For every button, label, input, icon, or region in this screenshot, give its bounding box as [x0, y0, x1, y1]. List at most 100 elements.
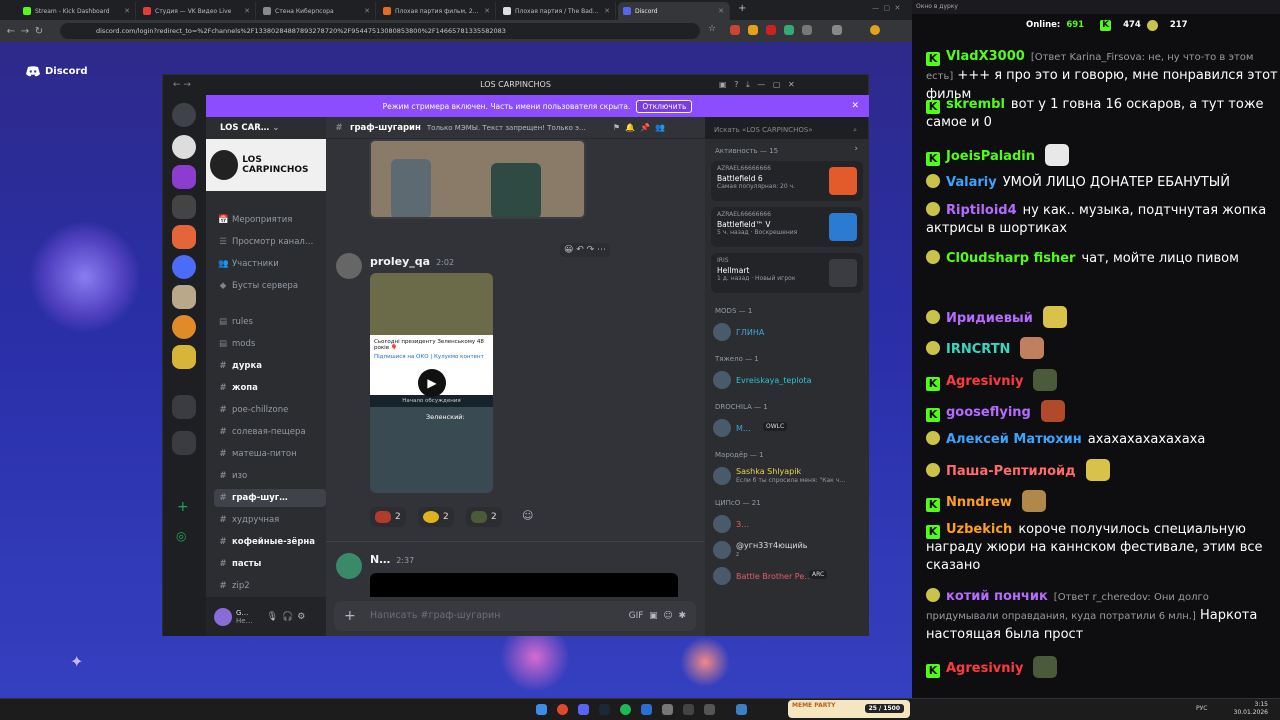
discord-logo[interactable]: Discord	[26, 66, 88, 77]
server-icon[interactable]	[172, 285, 196, 309]
avatar[interactable]	[336, 553, 362, 579]
video-attachment[interactable]: Сьогодні президенту Зеленському 48 років…	[370, 273, 493, 493]
chat-username[interactable]: Valariy	[946, 175, 997, 190]
headphones-icon[interactable]: 🎧	[282, 612, 293, 622]
chat-username[interactable]: IRNCRTN	[946, 342, 1010, 357]
close-icon[interactable]: ✕	[124, 7, 130, 15]
tab-discord[interactable]: Discord ✕	[618, 2, 730, 20]
reaction-chip[interactable]: 2	[418, 507, 454, 527]
close-icon[interactable]: ✕	[364, 7, 370, 15]
close-icon[interactable]: ✕	[851, 101, 859, 111]
reaction-chip[interactable]: 2	[370, 507, 406, 527]
channel-item[interactable]: # матеша-питон	[214, 445, 326, 463]
profile-avatar[interactable]	[870, 25, 880, 35]
language-indicator[interactable]: РУС	[1196, 705, 1207, 712]
obs-icon[interactable]	[683, 704, 694, 715]
extension-icon[interactable]	[784, 25, 794, 35]
window-toolbar-icons[interactable]: ▣ ? ⤓ — ▢ ✕	[719, 75, 795, 95]
chat-username[interactable]: VladX3000	[946, 49, 1025, 64]
new-tab-button[interactable]: +	[738, 3, 746, 14]
bookmark-star-icon[interactable]: ☆	[708, 24, 716, 34]
message-author[interactable]: proley_qa 2:02	[370, 255, 454, 268]
app-icon[interactable]	[662, 704, 673, 715]
spotify-icon[interactable]	[620, 704, 631, 715]
channel-item[interactable]: # пасты	[214, 555, 326, 573]
channel-item[interactable]: ☰ Просмотр канал…	[214, 233, 326, 251]
channel-item[interactable]: # солевая-пещера	[214, 423, 326, 441]
discord-icon[interactable]	[578, 704, 589, 715]
message-author[interactable]: N… 2:37	[370, 553, 414, 566]
close-icon[interactable]: ✕	[484, 7, 490, 15]
channel-item[interactable]: ▤ mods	[214, 335, 326, 353]
add-reaction-icon[interactable]: ☺	[522, 509, 533, 522]
tab-kick-dashboard[interactable]: Stream - Kick Dashboard ✕	[18, 2, 136, 20]
forward-icon[interactable]: →	[18, 26, 32, 37]
direct-messages-icon[interactable]	[172, 103, 196, 127]
extension-icon[interactable]	[730, 25, 740, 35]
download-icon[interactable]	[832, 25, 842, 35]
system-clock[interactable]: 3:15 30.01.2026	[1234, 701, 1268, 717]
gear-icon[interactable]: ⚙	[297, 612, 305, 622]
add-server-icon[interactable]: +	[177, 499, 189, 515]
channel-item[interactable]: # жопа	[214, 379, 326, 397]
chat-username[interactable]: Алексей Матюхин	[946, 432, 1082, 447]
server-icon[interactable]	[172, 195, 196, 219]
composer-toolbar-icons[interactable]: GIF ▣ ☺ ✱	[629, 601, 686, 631]
extension-icon[interactable]	[748, 25, 758, 35]
chat-username[interactable]: Agresivniy	[946, 661, 1023, 676]
channel-item[interactable]: # кофейные-зёрна	[214, 533, 326, 551]
tab-vk-studio[interactable]: Студия — VK Видео Live ✕	[138, 2, 256, 20]
chat-username[interactable]: Riptiloid4	[946, 203, 1017, 218]
member-item[interactable]: M… OWLC	[713, 417, 851, 439]
chrome-icon[interactable]	[557, 704, 568, 715]
member-item[interactable]: Evreiskaya_teplota	[713, 369, 851, 391]
channel-item[interactable]: # дурка	[214, 357, 326, 375]
channel-item[interactable]: ▤ rules	[214, 313, 326, 331]
chat-username[interactable]: Agresivniy	[946, 374, 1023, 389]
back-icon[interactable]: ←	[4, 26, 18, 37]
message-input[interactable]: + Написать #граф-шугарин GIF ▣ ☺ ✱	[334, 601, 696, 631]
chat-username[interactable]: Nnndrew	[946, 495, 1012, 510]
chat-username[interactable]: Uzbekich	[946, 522, 1012, 537]
windows-start-icon[interactable]	[536, 704, 547, 715]
avatar[interactable]	[214, 607, 232, 626]
channel-item[interactable]: # изо	[214, 467, 326, 485]
chat-username[interactable]: котий пончик	[946, 589, 1048, 604]
member-item[interactable]: Sashka Shlyapik Если б ты спросила меня: …	[713, 465, 851, 487]
mic-icon[interactable]: 🎙	[267, 612, 278, 622]
message-actions[interactable]: 😀 ↶ ↷ ⋯	[560, 243, 611, 257]
close-icon[interactable]: ✕	[244, 7, 250, 15]
channel-item[interactable]: ◆ Бусты сервера	[214, 277, 326, 295]
chat-username[interactable]: Паша-Рептилойд	[946, 464, 1076, 479]
app-icon[interactable]	[704, 704, 715, 715]
back-icon[interactable]: ← →	[173, 75, 191, 95]
chat-username[interactable]: JoeisPaladin	[946, 149, 1035, 164]
steam-icon[interactable]	[599, 704, 610, 715]
server-icon[interactable]	[172, 255, 196, 279]
member-item[interactable]: @угн33т4ющийь z	[713, 539, 851, 561]
search-input[interactable]: Искать «LOS CARPINCHOS» ⌕	[708, 121, 863, 139]
server-icon[interactable]	[172, 135, 196, 159]
url-input[interactable]: discord.com/login?redirect_to=%2Fchannel…	[60, 23, 700, 39]
header-toolbar-icons[interactable]: ⚑ 🔔 📌 👥	[613, 123, 665, 132]
chat-username[interactable]: Cl0udsharp fisher	[946, 251, 1075, 266]
play-icon[interactable]: ▶	[418, 369, 446, 397]
app-icon[interactable]	[736, 704, 747, 715]
disable-streamer-mode-button[interactable]: Отключить	[636, 99, 693, 113]
telegram-icon[interactable]	[641, 704, 652, 715]
member-item[interactable]: ГЛИНА	[713, 321, 851, 343]
channel-item[interactable]: 👥 Участники	[214, 255, 326, 273]
server-icon[interactable]	[172, 315, 196, 339]
channel-item[interactable]: # граф-шуг…	[214, 489, 326, 507]
chat-username[interactable]: gooseflying	[946, 405, 1031, 420]
server-icon[interactable]	[172, 225, 196, 249]
extension-icon[interactable]	[766, 25, 776, 35]
add-attachment-icon[interactable]: +	[344, 601, 356, 631]
member-item[interactable]: Battle Brother Pe… ARC	[713, 565, 851, 587]
channel-item[interactable]: # худручная	[214, 511, 326, 529]
discover-icon[interactable]: ◎	[176, 529, 186, 543]
member-item[interactable]: З…	[713, 513, 851, 535]
channel-item[interactable]: 📅 Мероприятия	[214, 211, 326, 229]
channel-item[interactable]: # poe-chillzone	[214, 401, 326, 419]
tab-wall[interactable]: Стена Киберпсора ✕	[258, 2, 376, 20]
